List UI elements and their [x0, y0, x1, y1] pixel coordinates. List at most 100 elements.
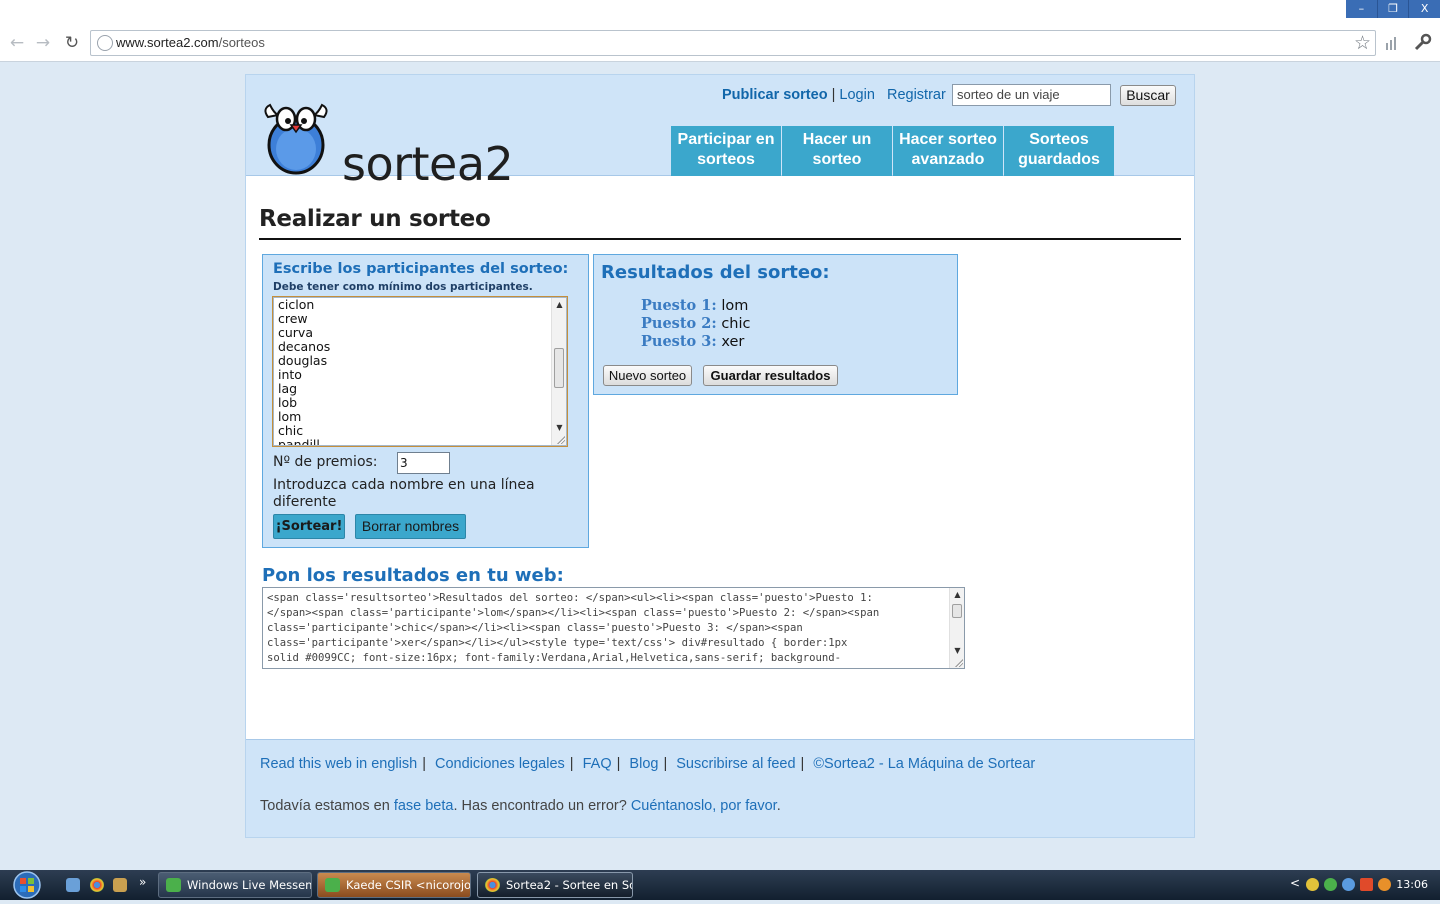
embed-code-textarea[interactable]: <span class='resultsorteo'>Resultados de… — [262, 587, 965, 669]
task-sortea2-browser[interactable]: Sortea2 - Sortee en Sor... — [477, 872, 633, 898]
globe-icon — [97, 35, 113, 51]
browser-toolbar: ← → ↻ www.sortea2.com/sorteos ☆ — [0, 26, 1440, 62]
task-kaede-chat[interactable]: Kaede CSIR <nicorojo9... — [317, 872, 471, 898]
security-shield-icon[interactable] — [1306, 878, 1319, 891]
app-icon[interactable] — [113, 878, 127, 892]
task-label: Windows Live Messenger — [187, 878, 312, 892]
site-footer: Read this web in english | Condiciones le… — [246, 739, 1194, 837]
star-icon[interactable]: ☆ — [1354, 32, 1371, 54]
footer-beta-note: Todavía estamos en fase beta. Has encont… — [260, 798, 781, 814]
page-icon[interactable] — [1384, 34, 1400, 52]
footer-links: Read this web in english | Condiciones le… — [260, 756, 1035, 772]
scroll-thumb[interactable] — [554, 348, 564, 388]
start-button[interactable] — [8, 870, 46, 900]
participant-name: decanos — [278, 339, 331, 354]
taskbar-clock[interactable]: 13:06 — [1396, 878, 1428, 891]
wrench-icon[interactable] — [1412, 33, 1432, 53]
login-link[interactable]: Login — [839, 87, 874, 103]
sortear-button[interactable]: ¡Sortear! — [273, 514, 345, 539]
sortea2-logo[interactable]: sortea2 — [260, 99, 520, 187]
window-controls: – ❐ X — [1346, 0, 1440, 18]
address-bar[interactable]: www.sortea2.com/sorteos ☆ — [90, 30, 1376, 56]
footer-separator: | — [800, 756, 805, 772]
participants-scrollbar[interactable]: ▲ ▼ — [551, 298, 566, 445]
result-participant: lom — [721, 298, 749, 314]
participant-name: lom — [278, 409, 302, 424]
close-button[interactable]: X — [1408, 0, 1440, 18]
footer-note-text: Todavía estamos en — [260, 798, 394, 814]
scroll-up-icon[interactable]: ▲ — [950, 588, 964, 602]
cuentanoslo-link[interactable]: Cuéntanoslo, por favor — [631, 798, 777, 814]
guardar-resultados-button[interactable]: Guardar resultados — [703, 365, 838, 386]
embed-code-scrollbar[interactable]: ▲ ▼ — [949, 588, 964, 668]
participant-name: douglas — [278, 353, 328, 368]
footer-separator: | — [422, 756, 426, 772]
system-tray: < 13:06 — [1290, 870, 1440, 900]
footer-link-english[interactable]: Read this web in english — [260, 756, 417, 772]
bird-mascot-icon — [264, 103, 328, 175]
footer-link-faq[interactable]: FAQ — [583, 756, 612, 772]
volume-icon[interactable] — [1378, 878, 1391, 891]
footer-note-text: . Has encontrado un error? — [453, 798, 631, 814]
restore-button[interactable]: ❐ — [1376, 0, 1409, 18]
participant-name: crew — [278, 311, 308, 326]
back-arrow-icon[interactable]: ← — [6, 32, 28, 54]
participants-subheading: Debe tener como mínimo dos participantes… — [273, 281, 533, 293]
publicar-sorteo-link[interactable]: Publicar sorteo — [722, 87, 828, 103]
participants-heading: Escribe los participantes del sorteo: — [273, 261, 569, 277]
resize-grip-icon[interactable] — [556, 435, 565, 444]
messenger-icon — [166, 878, 181, 892]
nav-sorteos-guardados[interactable]: Sorteos guardados — [1004, 126, 1114, 176]
task-label: Kaede CSIR <nicorojo9... — [346, 878, 471, 892]
minimize-button[interactable]: – — [1346, 0, 1377, 18]
reload-icon[interactable]: ↻ — [61, 32, 83, 54]
browser-titlebar: – ❐ X — [0, 0, 1440, 26]
chrome-icon[interactable] — [90, 878, 104, 892]
participant-name: pandill — [278, 437, 320, 446]
scroll-thumb[interactable] — [952, 604, 962, 618]
nav-hacer-sorteo-avanzado[interactable]: Hacer sorteo avanzado — [893, 126, 1003, 176]
scroll-down-icon[interactable]: ▼ — [552, 421, 566, 435]
quicklaunch-more-icon[interactable]: » — [139, 875, 146, 889]
nav-participar-en-sorteos[interactable]: Participar en sorteos — [671, 126, 781, 176]
borrar-nombres-button[interactable]: Borrar nombres — [355, 514, 466, 539]
result-item: Puesto 3: xer — [641, 333, 750, 351]
embed-heading: Pon los resultados en tu web: — [262, 565, 564, 586]
messenger-tray-icon[interactable] — [1324, 878, 1337, 891]
chrome-icon — [485, 878, 500, 892]
network-icon[interactable] — [1342, 878, 1355, 891]
participant-name: chic — [278, 423, 304, 438]
title-divider — [259, 238, 1181, 240]
nuevo-sorteo-button[interactable]: Nuevo sorteo — [603, 365, 692, 386]
scroll-down-icon[interactable]: ▼ — [950, 644, 964, 658]
participant-name: lob — [278, 395, 298, 410]
antivirus-icon[interactable] — [1360, 878, 1373, 891]
results-panel: Resultados del sorteo: Puesto 1: lom Pue… — [593, 254, 958, 395]
footer-separator: | — [616, 756, 621, 772]
registrar-link[interactable]: Registrar — [887, 87, 946, 103]
scroll-up-icon[interactable]: ▲ — [552, 298, 566, 312]
participants-textarea[interactable]: ciclon crew curva decanos douglas into l… — [272, 296, 568, 447]
result-position: Puesto 2: — [641, 315, 717, 332]
footer-link-blog[interactable]: Blog — [629, 756, 658, 772]
fase-beta-link[interactable]: fase beta — [394, 798, 454, 814]
forward-arrow-icon[interactable]: → — [32, 32, 54, 54]
footer-link-copyright[interactable]: ©Sortea2 - La Máquina de Sortear — [813, 756, 1035, 772]
premios-input[interactable]: 3 — [397, 452, 450, 474]
results-heading: Resultados del sorteo: — [601, 262, 830, 283]
page-title: Realizar un sorteo — [259, 206, 491, 232]
participants-panel: Escribe los participantes del sorteo: De… — [262, 254, 589, 548]
result-position: Puesto 1: — [641, 297, 717, 314]
search-input[interactable]: sorteo de un viaje — [952, 84, 1111, 106]
resize-grip-icon[interactable] — [954, 658, 963, 667]
participant-name: into — [278, 367, 302, 382]
footer-link-feed[interactable]: Suscribirse al feed — [676, 756, 795, 772]
participants-list: ciclon crew curva decanos douglas into l… — [278, 298, 331, 446]
nav-hacer-un-sorteo[interactable]: Hacer un sorteo — [782, 126, 892, 176]
task-windows-live-messenger[interactable]: Windows Live Messenger — [158, 872, 312, 898]
tray-expand-icon[interactable]: < — [1290, 876, 1300, 890]
footer-link-condiciones[interactable]: Condiciones legales — [435, 756, 565, 772]
main-nav: Participar en sorteos Hacer un sorteo Hace… — [671, 126, 1115, 176]
search-button[interactable]: Buscar — [1120, 85, 1176, 106]
show-desktop-icon[interactable] — [66, 878, 80, 892]
